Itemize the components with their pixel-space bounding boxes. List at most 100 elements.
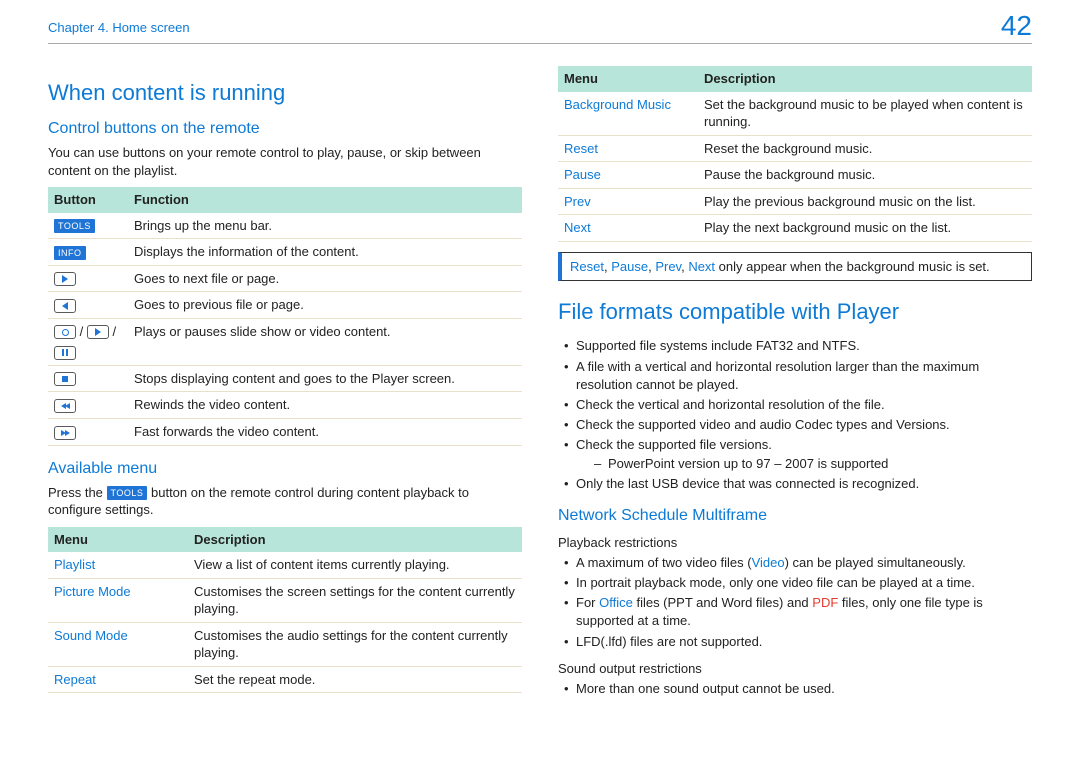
table-row: Background MusicSet the background music…: [558, 92, 1032, 136]
desc-cell: Play the previous background music on th…: [698, 188, 1032, 215]
table-row: Goes to next file or page.: [48, 265, 522, 292]
formats-list: Supported file systems include FAT32 and…: [558, 337, 1032, 493]
table-available-menu-cont: Menu Description Background MusicSet the…: [558, 66, 1032, 242]
desc-cell: Play the next background music on the li…: [698, 215, 1032, 242]
menu-cell: Repeat: [48, 666, 188, 693]
chapter-label: Chapter 4. Home screen: [48, 20, 190, 35]
stop-icon: [54, 372, 76, 386]
table-available-menu: Menu Description PlaylistView a list of …: [48, 527, 522, 694]
page-header: Chapter 4. Home screen 42: [48, 18, 1032, 44]
heading-file-formats: File formats compatible with Player: [558, 299, 1032, 325]
playback-restrictions-list: A maximum of two video files (Video) can…: [558, 554, 1032, 651]
heading-available-menu: Available menu: [48, 460, 522, 478]
table-row: RepeatSet the repeat mode.: [48, 666, 522, 693]
tools-icon: TOOLS: [54, 219, 95, 233]
col-description: Description: [188, 527, 522, 553]
list-item: Only the last USB device that was connec…: [564, 475, 1032, 493]
col-menu: Menu: [48, 527, 188, 553]
desc-control-buttons: You can use buttons on your remote contr…: [48, 144, 522, 179]
table-row: ResetReset the background music.: [558, 135, 1032, 162]
button-stop: [48, 365, 128, 392]
button-play-pause: / /: [48, 318, 128, 365]
play-circle-icon: [54, 325, 76, 339]
table-row: NextPlay the next background music on th…: [558, 215, 1032, 242]
table-row: Sound ModeCustomises the audio settings …: [48, 622, 522, 666]
fn-cell: Brings up the menu bar.: [128, 213, 522, 239]
desc-cell: Pause the background music.: [698, 162, 1032, 189]
left-column: When content is running Control buttons …: [48, 62, 522, 703]
menu-cell: Pause: [558, 162, 698, 189]
pause-icon: [54, 346, 76, 360]
table-row: Goes to previous file or page.: [48, 292, 522, 319]
right-column: Menu Description Background MusicSet the…: [558, 62, 1032, 703]
subhead-playback: Playback restrictions: [558, 535, 1032, 550]
menu-cell: Sound Mode: [48, 622, 188, 666]
desc-available-menu: Press the TOOLS button on the remote con…: [48, 484, 522, 519]
col-function: Function: [128, 187, 522, 213]
desc-cell: Customises the audio settings for the co…: [188, 622, 522, 666]
menu-cell: Prev: [558, 188, 698, 215]
menu-cell: Next: [558, 215, 698, 242]
col-description: Description: [698, 66, 1032, 92]
tools-icon: TOOLS: [107, 486, 148, 500]
play-icon: [87, 325, 109, 339]
fn-cell: Fast forwards the video content.: [128, 419, 522, 446]
fn-cell: Plays or pauses slide show or video cont…: [128, 318, 522, 365]
menu-cell: Reset: [558, 135, 698, 162]
table-row: PrevPlay the previous background music o…: [558, 188, 1032, 215]
button-rewind: [48, 392, 128, 419]
fast-forward-icon: [54, 426, 76, 440]
table-row: Picture ModeCustomises the screen settin…: [48, 578, 522, 622]
list-item: Check the supported video and audio Code…: [564, 416, 1032, 434]
table-row: TOOLS Brings up the menu bar.: [48, 213, 522, 239]
note-bgmusic: Reset, Pause, Prev, Next only appear whe…: [558, 252, 1032, 282]
list-item: Check the vertical and horizontal resolu…: [564, 396, 1032, 414]
table-row: Rewinds the video content.: [48, 392, 522, 419]
table-row: PlaylistView a list of content items cur…: [48, 552, 522, 578]
fn-cell: Goes to previous file or page.: [128, 292, 522, 319]
info-icon: INFO: [54, 246, 86, 260]
subhead-sound: Sound output restrictions: [558, 661, 1032, 676]
desc-cell: Customises the screen settings for the c…: [188, 578, 522, 622]
page-number: 42: [1001, 10, 1032, 42]
table-row: Stops displaying content and goes to the…: [48, 365, 522, 392]
button-info: INFO: [48, 239, 128, 266]
next-icon: [54, 272, 76, 286]
button-prev: [48, 292, 128, 319]
prev-icon: [54, 299, 76, 313]
list-item: A file with a vertical and horizontal re…: [564, 358, 1032, 394]
list-item: A maximum of two video files (Video) can…: [564, 554, 1032, 572]
list-item: PowerPoint version up to 97 – 2007 is su…: [594, 455, 1032, 473]
list-item: More than one sound output cannot be use…: [564, 680, 1032, 698]
button-tools: TOOLS: [48, 213, 128, 239]
desc-cell: Set the background music to be played wh…: [698, 92, 1032, 136]
list-item: Supported file systems include FAT32 and…: [564, 337, 1032, 355]
list-item: LFD(.lfd) files are not supported.: [564, 633, 1032, 651]
list-item: In portrait playback mode, only one vide…: [564, 574, 1032, 592]
menu-cell: Background Music: [558, 92, 698, 136]
fn-cell: Displays the information of the content.: [128, 239, 522, 266]
table-remote-buttons: Button Function TOOLS Brings up the menu…: [48, 187, 522, 445]
menu-cell: Picture Mode: [48, 578, 188, 622]
fn-cell: Stops displaying content and goes to the…: [128, 365, 522, 392]
desc-cell: Set the repeat mode.: [188, 666, 522, 693]
table-row: Fast forwards the video content.: [48, 419, 522, 446]
col-button: Button: [48, 187, 128, 213]
col-menu: Menu: [558, 66, 698, 92]
desc-cell: View a list of content items currently p…: [188, 552, 522, 578]
desc-cell: Reset the background music.: [698, 135, 1032, 162]
list-item: Check the supported file versions. Power…: [564, 436, 1032, 472]
heading-network-schedule: Network Schedule Multiframe: [558, 507, 1032, 525]
button-ff: [48, 419, 128, 446]
fn-cell: Goes to next file or page.: [128, 265, 522, 292]
table-row: INFO Displays the information of the con…: [48, 239, 522, 266]
rewind-icon: [54, 399, 76, 413]
fn-cell: Rewinds the video content.: [128, 392, 522, 419]
heading-control-buttons: Control buttons on the remote: [48, 120, 522, 138]
table-row: / / Plays or pauses slide show or video …: [48, 318, 522, 365]
heading-when-running: When content is running: [48, 80, 522, 106]
menu-cell: Playlist: [48, 552, 188, 578]
sound-restrictions-list: More than one sound output cannot be use…: [558, 680, 1032, 698]
button-next: [48, 265, 128, 292]
list-item: For Office files (PPT and Word files) an…: [564, 594, 1032, 630]
